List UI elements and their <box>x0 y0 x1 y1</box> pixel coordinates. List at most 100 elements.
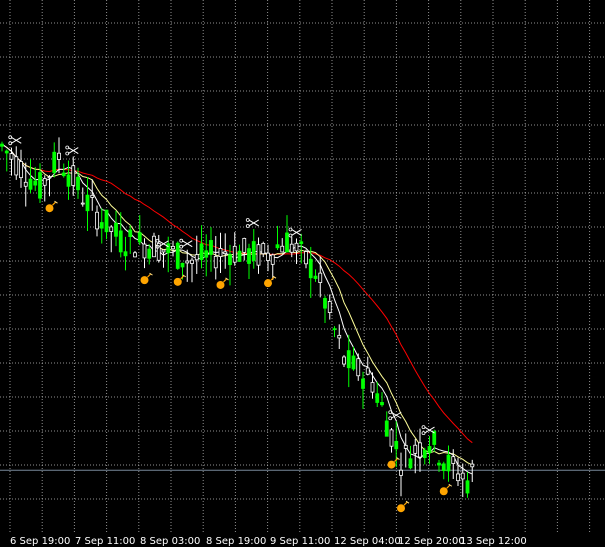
x-tick-label: 6 Sep 19:00 <box>10 536 70 547</box>
candle-body <box>346 350 351 369</box>
candle-body <box>9 153 14 160</box>
x-tick-label: 12 Sep 20:00 <box>398 536 465 547</box>
candle-body <box>351 355 356 370</box>
candle-body <box>42 178 47 186</box>
candle-body <box>71 165 76 186</box>
candle-body <box>61 172 66 177</box>
candle-body <box>180 262 185 268</box>
candle-body <box>213 255 218 269</box>
candle-body <box>171 245 175 250</box>
candle-body <box>190 259 194 264</box>
candle-body <box>308 258 313 279</box>
candle-body <box>422 449 427 459</box>
candle-body <box>318 272 323 283</box>
candle-body <box>285 232 289 253</box>
candle-body <box>4 150 9 154</box>
candle-body <box>403 444 408 449</box>
candle-body <box>147 248 152 259</box>
candle-body <box>456 473 460 482</box>
candle-body <box>104 209 109 233</box>
candle-body <box>66 174 71 187</box>
candle-body <box>133 252 137 258</box>
candle-body <box>342 356 346 365</box>
x-tick-label: 13 Sep 12:00 <box>460 536 527 547</box>
candle-body <box>109 226 114 232</box>
candle-body <box>280 245 285 253</box>
candle-body <box>294 242 299 252</box>
candle-body <box>327 301 332 313</box>
candle-body <box>299 241 304 245</box>
candle-body <box>247 248 251 264</box>
x-tick-label: 9 Sep 11:00 <box>270 536 330 547</box>
candle-body <box>232 245 237 263</box>
x-tick-label: 12 Sep 04:00 <box>334 536 401 547</box>
candle-body <box>394 440 399 450</box>
candle-body <box>389 429 394 447</box>
candle-body <box>242 238 247 253</box>
candle-body <box>332 328 337 331</box>
candle-body <box>228 254 232 266</box>
candle-body <box>356 358 361 377</box>
candle-body <box>118 230 123 253</box>
candle-body <box>90 194 95 198</box>
candle-body <box>114 222 118 237</box>
candle-body <box>23 181 28 187</box>
candle-body <box>270 254 275 265</box>
candle-body <box>80 202 85 205</box>
candle-body <box>137 232 142 243</box>
candle-body <box>304 251 308 265</box>
candlestick-chart[interactable]: 6 Sep 19:00 7 Sep 11:00 8 Sep 03:00 8 Se… <box>0 0 605 547</box>
candle-body <box>209 240 213 255</box>
candle-body <box>361 378 365 389</box>
candle-body <box>437 462 441 466</box>
candle-body <box>175 242 180 269</box>
candle-body <box>370 382 375 393</box>
candle-body <box>289 243 294 253</box>
candle-body <box>52 151 57 173</box>
candle-body <box>323 298 327 309</box>
x-tick-label: 8 Sep 03:00 <box>140 536 200 547</box>
candle-body <box>465 480 470 494</box>
candle-body <box>95 211 99 230</box>
candle-body <box>28 178 33 190</box>
candle-body <box>251 241 256 261</box>
candle-body <box>418 442 422 458</box>
candle-body <box>261 243 266 255</box>
candle-body <box>57 152 61 160</box>
candle-body <box>194 254 199 261</box>
x-tick-label: 8 Sep 19:00 <box>206 536 266 547</box>
candle-body <box>275 244 280 249</box>
candle-body <box>19 161 23 179</box>
candle-body <box>199 243 204 261</box>
candle-body <box>470 463 475 468</box>
candle-body <box>14 156 19 176</box>
candle-body <box>237 250 242 262</box>
candle-body <box>142 243 147 259</box>
candle-body <box>218 248 223 258</box>
candle-body <box>460 472 465 480</box>
candle-body <box>408 458 413 469</box>
candle-body <box>185 260 190 264</box>
candle-body <box>166 243 171 254</box>
candle-body <box>384 420 389 437</box>
candle-body <box>204 250 209 258</box>
candle-body <box>47 176 52 179</box>
candle-body <box>33 180 38 186</box>
candle-body <box>427 446 432 454</box>
candle-body <box>375 393 380 403</box>
candle-body <box>0 143 4 147</box>
candle-body <box>399 469 403 476</box>
candle-body <box>38 172 42 199</box>
candle-body <box>123 251 128 257</box>
candle-body <box>99 222 104 229</box>
candle-body <box>152 235 156 258</box>
candle-body <box>223 251 228 255</box>
candle-body <box>413 444 418 454</box>
candle-body <box>446 454 451 472</box>
candle-body <box>256 244 261 266</box>
candle-body <box>161 249 166 253</box>
candle-body <box>380 402 384 406</box>
x-tick-label: 7 Sep 11:00 <box>75 536 135 547</box>
candle-body <box>441 463 446 472</box>
candle-body <box>128 229 133 237</box>
